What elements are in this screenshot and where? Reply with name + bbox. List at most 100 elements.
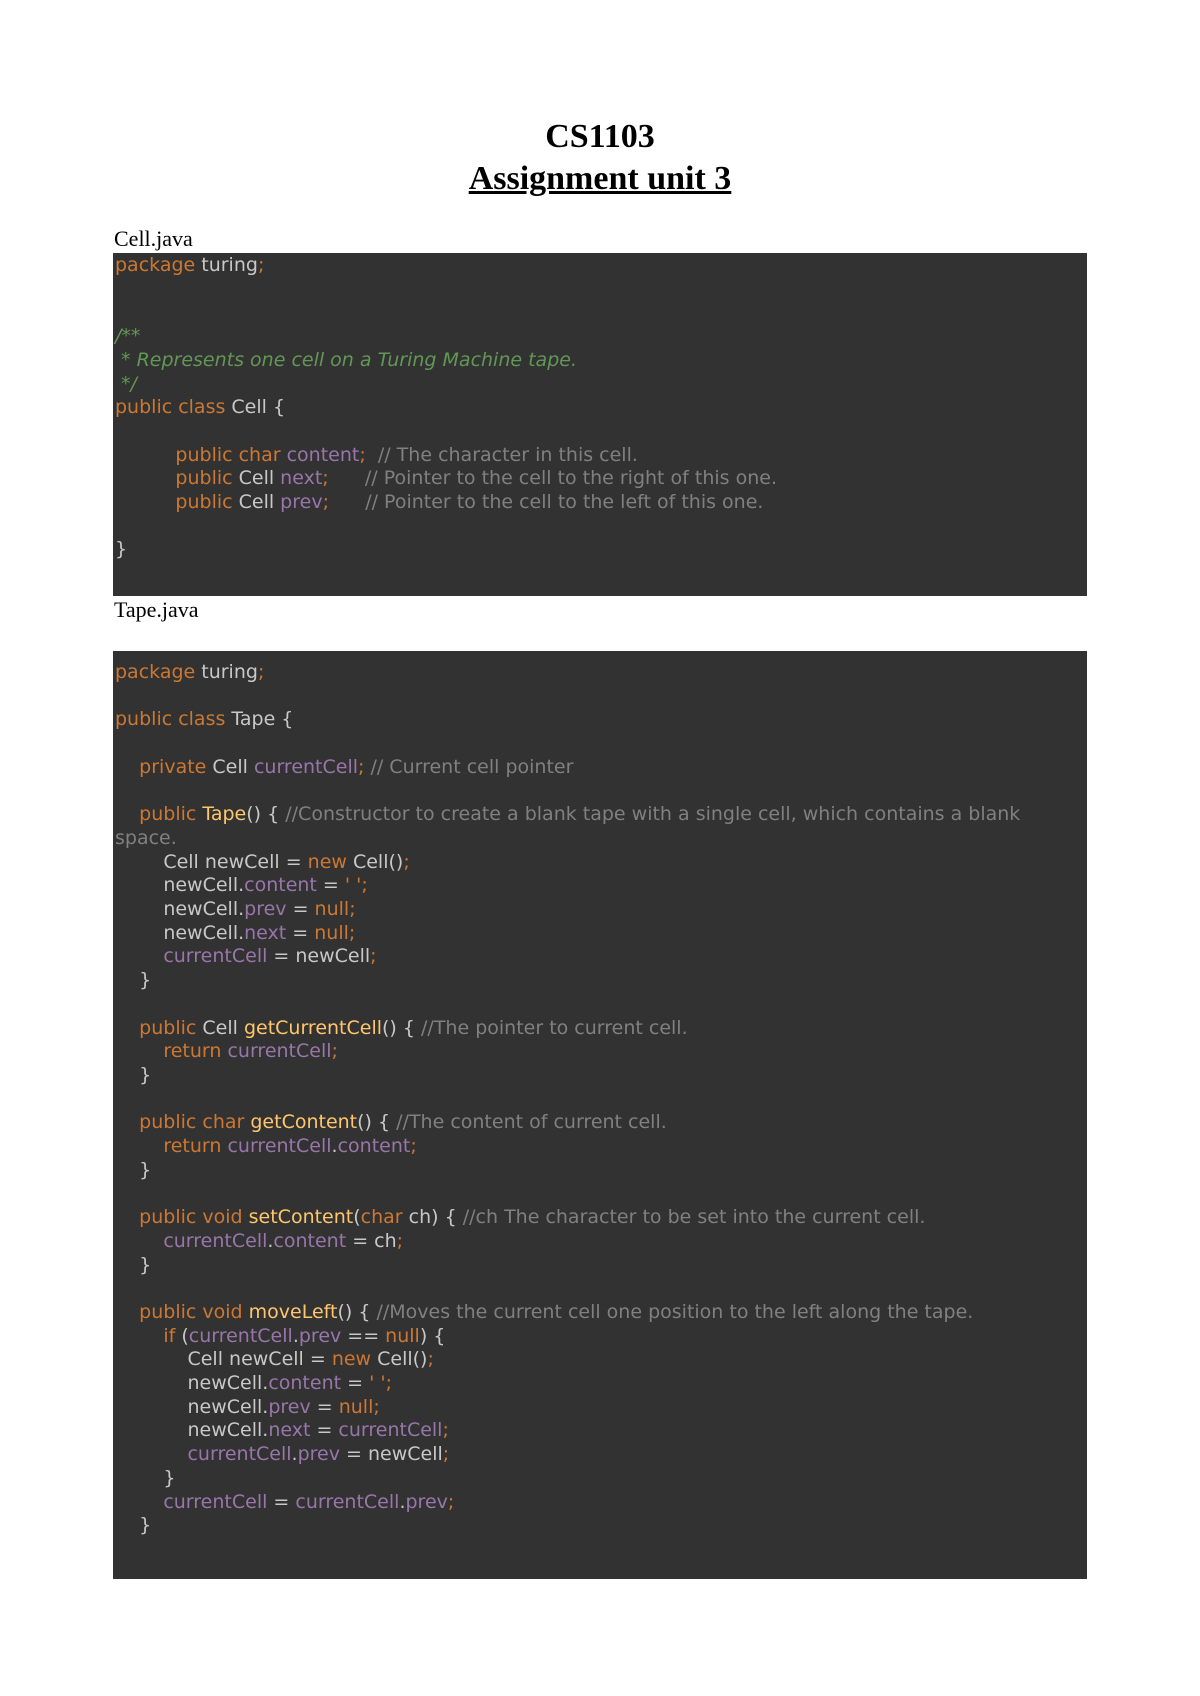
code-token: prev <box>244 898 287 920</box>
code-line: newCell.next = currentCell; <box>115 1419 449 1442</box>
code-token: Cell { <box>225 396 286 419</box>
code-token: public <box>175 491 233 513</box>
code-token: ; <box>361 874 368 897</box>
code-line: } <box>115 1514 151 1537</box>
code-token: ; <box>442 1419 449 1442</box>
code-line: currentCell = newCell; <box>115 945 376 968</box>
code-line: */ <box>115 373 137 396</box>
code-token: = <box>341 1372 370 1394</box>
code-token: //The pointer to current cell. <box>421 1016 688 1039</box>
code-token: } <box>115 1466 176 1489</box>
code-block-cell: package turing; /** * Represents one cell… <box>113 253 1087 596</box>
code-line: currentCell.content = ch; <box>115 1230 403 1253</box>
code-token: ; <box>385 1372 392 1394</box>
code-token: public void <box>139 1300 243 1323</box>
code-token: newCell. <box>115 898 245 920</box>
code-token: Cell newCell = <box>115 850 308 873</box>
code-token: = newCell <box>267 945 371 968</box>
code-token: next <box>268 1419 311 1442</box>
code-token: setContent <box>242 1206 354 1229</box>
code-token: () { <box>337 1300 377 1323</box>
code-line: return currentCell.content; <box>115 1135 416 1158</box>
code-token: package <box>115 661 196 683</box>
code-token: () { <box>357 1111 397 1134</box>
code-token: turing <box>195 661 258 683</box>
code-token: turing <box>195 254 258 276</box>
code-token: //The content of current cell. <box>396 1111 667 1134</box>
code-line: public char content; // The character in… <box>115 443 638 467</box>
code-token: null <box>338 1395 374 1418</box>
code-token: //ch The character to be set into the cu… <box>462 1206 926 1229</box>
code-token: * Represents one cell on a Turing Machin… <box>115 348 577 371</box>
code-token: ) { <box>419 1324 446 1347</box>
code-line: } <box>115 538 127 561</box>
code-line: public Cell getCurrentCell() { //The poi… <box>115 1016 688 1040</box>
code-token: currentCell <box>253 755 359 778</box>
code-token: ch) { <box>402 1206 463 1229</box>
code-line: Cell newCell = new Cell(); <box>115 1348 433 1371</box>
code-token: getContent <box>244 1111 358 1134</box>
code-token: content <box>268 1372 342 1394</box>
code-token: next <box>280 467 323 490</box>
code-token: currentCell <box>115 1229 268 1252</box>
code-token: public <box>139 1016 197 1039</box>
code-token: = <box>267 1490 296 1513</box>
code-token: Cell() <box>346 850 404 873</box>
code-token: return <box>115 1135 222 1157</box>
code-line: public void moveLeft() { //Moves the cur… <box>115 1301 973 1324</box>
code-token: = <box>286 921 315 944</box>
code-token: null <box>314 898 350 920</box>
code-token: getCurrentCell <box>243 1016 383 1039</box>
code-token: currentCell <box>188 1324 293 1347</box>
code-line: newCell.content = ' '; <box>115 874 368 897</box>
code-token: */ <box>115 372 137 395</box>
code-token: == <box>341 1324 386 1347</box>
code-token: ; <box>442 1443 450 1466</box>
code-token: currentCell <box>295 1490 400 1513</box>
code-line: public char getContent() { //The content… <box>115 1111 667 1134</box>
code-token: ; <box>257 661 265 683</box>
code-token: prev <box>280 491 323 513</box>
code-token: // The character in this cell. <box>365 443 638 466</box>
code-line: newCell.prev = null; <box>115 1395 380 1419</box>
code-token: new <box>331 1348 372 1371</box>
code-token: ; <box>403 850 410 873</box>
code-line: } <box>115 1254 151 1277</box>
code-token: null <box>314 921 349 944</box>
code-token: // Pointer to the cell to the left of th… <box>328 491 764 513</box>
code-token: public char <box>175 443 281 466</box>
code-token: newCell. <box>115 874 245 897</box>
code-token: content <box>337 1135 411 1157</box>
code-token: } <box>115 1514 152 1537</box>
code-token: new <box>307 850 347 873</box>
code-token: null <box>385 1324 420 1347</box>
code-token: ( <box>175 1324 189 1347</box>
code-token: public <box>139 803 197 826</box>
code-token: } <box>115 1253 152 1276</box>
code-line: package turing; <box>115 661 264 684</box>
code-block-tape: package turing; public class Tape { priva… <box>113 651 1087 1579</box>
code-token: ; <box>373 1395 380 1418</box>
code-token: content <box>273 1229 347 1252</box>
code-token: public <box>175 467 233 490</box>
code-token: ; <box>349 898 356 920</box>
code-token: content <box>244 874 317 897</box>
code-line: } <box>115 1467 175 1490</box>
code-line: * Represents one cell on a Turing Machin… <box>115 349 577 372</box>
code-line: } <box>115 969 151 992</box>
code-token: = <box>316 874 345 897</box>
code-token: char <box>360 1206 403 1229</box>
file-label-cell: Cell.java <box>114 226 193 251</box>
code-line: private Cell currentCell; // Current cel… <box>115 756 573 779</box>
code-token: ; <box>396 1229 404 1252</box>
code-line: } <box>115 1064 151 1087</box>
code-token: newCell. <box>115 921 245 944</box>
code-token: Cell <box>232 467 281 490</box>
code-token: return <box>115 1040 222 1063</box>
code-token: Cell <box>232 491 281 513</box>
code-token: /** <box>115 325 141 348</box>
